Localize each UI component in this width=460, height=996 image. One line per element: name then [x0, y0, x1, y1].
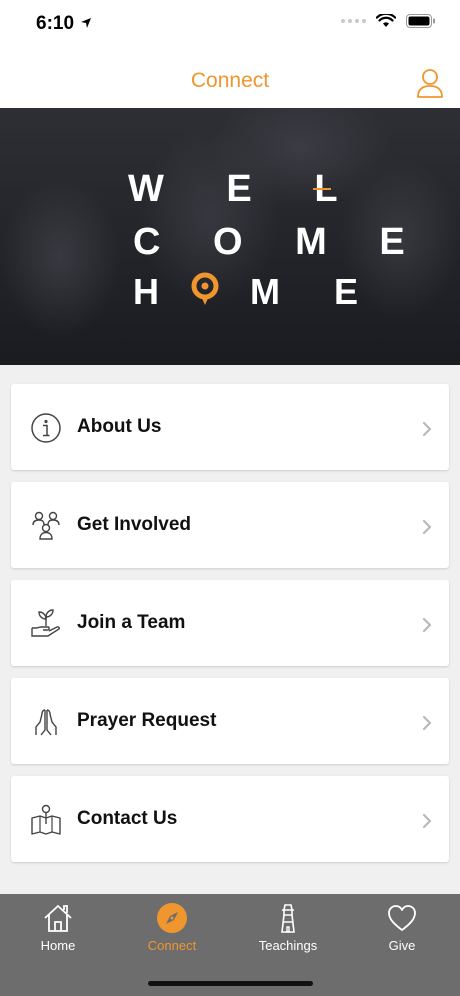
menu-item-prayer-request[interactable]: Prayer Request: [11, 678, 449, 764]
menu-item-join-a-team[interactable]: Join a Team: [11, 580, 449, 666]
battery-icon: [406, 14, 435, 28]
heart-icon: [388, 905, 416, 931]
profile-icon[interactable]: [416, 68, 444, 98]
chevron-right-icon: [422, 519, 432, 535]
location-arrow-icon: [81, 18, 91, 28]
welcome-home-banner: W E L C O M E H M E: [0, 108, 460, 365]
map-pin-icon: [31, 804, 61, 835]
menu-item-label: Contact Us: [77, 808, 178, 829]
tab-label: Home: [40, 938, 76, 953]
tab-label: Teachings: [258, 938, 318, 953]
praying-hands-icon: [35, 709, 57, 736]
home-indicator: [148, 981, 313, 986]
menu-item-label: Prayer Request: [77, 710, 217, 731]
compass-icon: [157, 903, 187, 933]
banner-line-2: C O M E: [133, 221, 426, 263]
tab-connect[interactable]: Connect: [127, 902, 217, 953]
menu-item-about-us[interactable]: About Us: [11, 384, 449, 470]
info-icon: [31, 413, 61, 443]
banner-text: W E L C O M E H M E: [0, 108, 460, 365]
status-bar: 6:10: [0, 0, 460, 50]
menu-item-label: Join a Team: [77, 612, 186, 633]
menu-item-get-involved[interactable]: Get Involved: [11, 482, 449, 568]
tab-home[interactable]: Home: [13, 902, 103, 953]
chevron-right-icon: [422, 813, 432, 829]
people-group-icon: [32, 511, 60, 540]
lighthouse-icon: [281, 904, 295, 933]
wifi-icon: [376, 14, 396, 27]
home-icon: [44, 905, 72, 932]
tab-label: Connect: [147, 938, 197, 953]
cellular-signal-icon: [341, 19, 366, 23]
page-title: Connect: [190, 69, 270, 92]
tab-label: Give: [388, 938, 416, 953]
menu-item-label: About Us: [77, 416, 162, 437]
hand-plant-icon: [31, 609, 61, 637]
chevron-right-icon: [422, 715, 432, 731]
navigation-bar: Connect: [0, 50, 460, 108]
menu-item-contact-us[interactable]: Contact Us: [11, 776, 449, 862]
banner-letter-h: H: [133, 271, 159, 312]
tab-teachings[interactable]: Teachings: [243, 902, 333, 953]
location-pin-logo-icon: [191, 272, 219, 305]
menu-item-label: Get Involved: [77, 514, 192, 535]
tab-give[interactable]: Give: [357, 902, 447, 953]
status-time: 6:10: [36, 13, 75, 34]
banner-accent-dash: [313, 188, 331, 190]
banner-letters-me: M E: [250, 271, 381, 312]
status-indicators: [341, 14, 436, 28]
chevron-right-icon: [422, 617, 432, 633]
chevron-right-icon: [422, 421, 432, 437]
